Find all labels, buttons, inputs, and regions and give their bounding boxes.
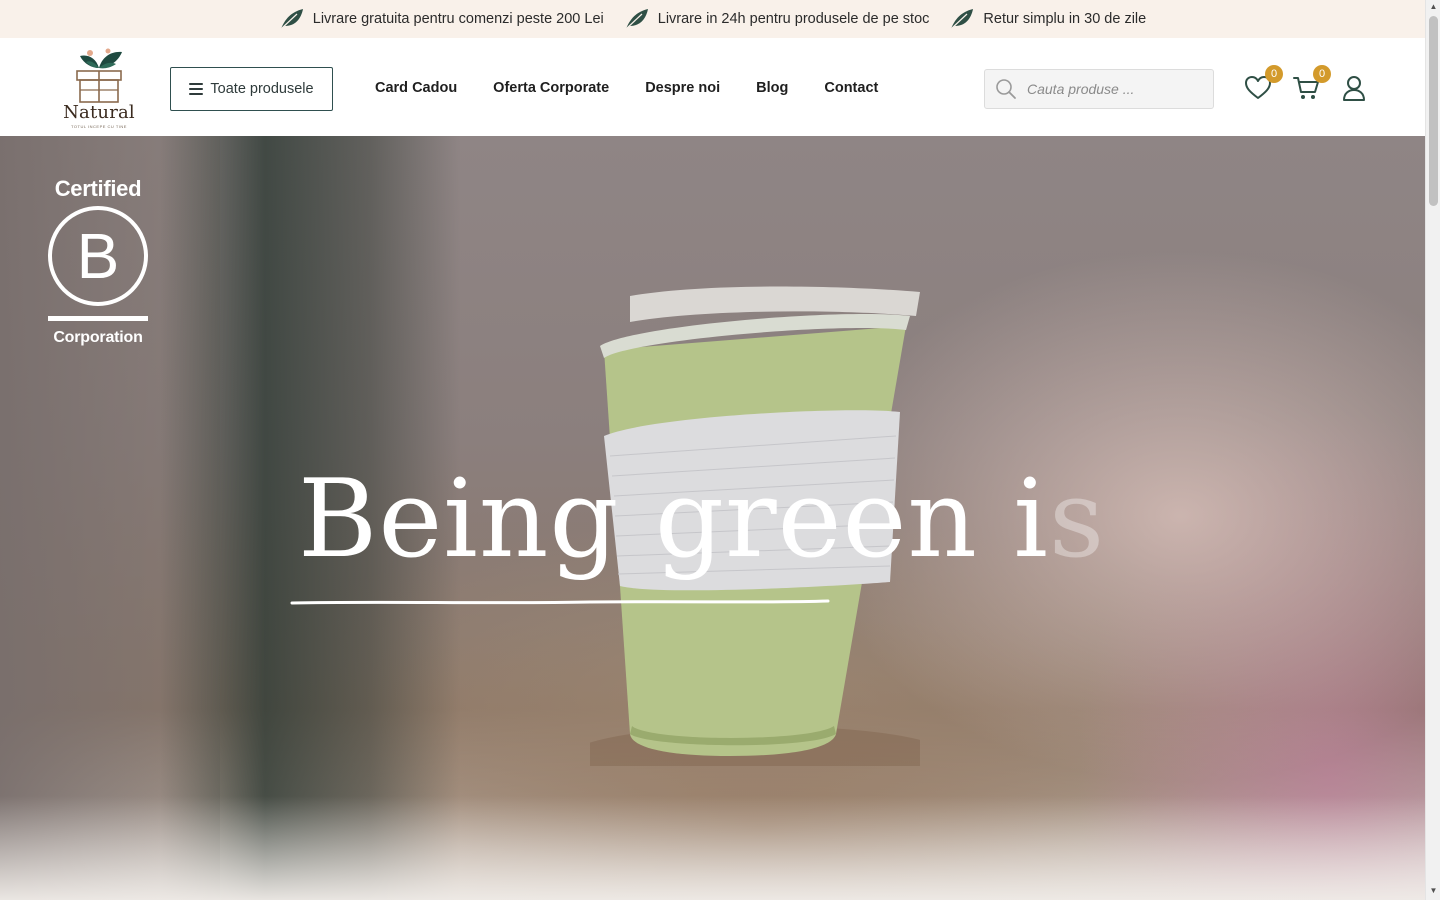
- b-corp-letter: B: [48, 206, 148, 306]
- search-icon[interactable]: [995, 78, 1017, 100]
- nav-link-contact[interactable]: Contact: [824, 80, 878, 96]
- b-corp-certified-badge: Certified B Corporation: [46, 178, 150, 347]
- search-box: [984, 69, 1214, 109]
- leaf-icon: [625, 9, 648, 30]
- main-nav: Card Cadou Oferta Corporate Despre noi B…: [375, 80, 878, 96]
- all-products-button[interactable]: Toate produsele: [170, 67, 333, 111]
- leaf-icon: [950, 9, 974, 30]
- b-corp-corporation-text: Corporation: [53, 329, 143, 346]
- promo-text-24h-delivery: Livrare in 24h pentru produsele de pe st…: [657, 11, 930, 27]
- promo-item-free-delivery: Livrare gratuita pentru comenzi peste 20…: [279, 7, 604, 31]
- search-input[interactable]: [1027, 81, 1207, 97]
- logo-plant-box-icon: [76, 48, 122, 103]
- scroll-down-arrow-icon[interactable]: ▼: [1429, 886, 1438, 895]
- nav-link-despre-noi[interactable]: Despre noi: [645, 80, 720, 96]
- leaf-icon: [280, 9, 303, 30]
- b-corp-certified-text: Certified: [54, 176, 142, 201]
- wishlist-button[interactable]: 0: [1244, 65, 1283, 102]
- hero-banner: Certified B Corporation Being green is: [0, 136, 1425, 900]
- nav-link-oferta-corporate[interactable]: Oferta Corporate: [493, 80, 609, 96]
- logo-tagline: TOTUL INCEPE CU TINE: [71, 124, 127, 129]
- hero-underline-stroke: [290, 599, 830, 605]
- all-products-label: Toate produsele: [210, 81, 314, 97]
- wishlist-count-badge: 0: [1265, 65, 1283, 83]
- scroll-up-arrow-icon[interactable]: ▲: [1429, 2, 1438, 11]
- logo-text: Natural: [63, 102, 135, 123]
- promo-item-24h-delivery: Livrare in 24h pentru produsele de pe st…: [624, 7, 930, 31]
- site-header: Natural TOTUL INCEPE CU TINE Toate produ…: [0, 38, 1425, 136]
- account-button[interactable]: [1340, 74, 1368, 102]
- hero-headline: Being green is: [298, 466, 1105, 574]
- page-scrollbar[interactable]: ▲ ▼: [1425, 0, 1440, 900]
- promo-text-free-delivery: Livrare gratuita pentru comenzi peste 20…: [312, 11, 604, 27]
- user-icon: [1343, 76, 1365, 101]
- promo-item-returns: Retur simplu in 30 de zile: [949, 7, 1146, 31]
- logo[interactable]: Natural TOTUL INCEPE CU TINE: [56, 48, 142, 130]
- page: Livrare gratuita pentru comenzi peste 20…: [0, 0, 1440, 900]
- nav-link-card-cadou[interactable]: Card Cadou: [375, 80, 457, 96]
- hero-headline-fade: s: [1048, 457, 1106, 582]
- nav-link-blog[interactable]: Blog: [756, 80, 788, 96]
- promo-bar: Livrare gratuita pentru comenzi peste 20…: [0, 0, 1425, 38]
- cart-count-badge: 0: [1313, 65, 1331, 83]
- hamburger-menu-icon: [189, 83, 204, 95]
- promo-text-returns: Retur simplu in 30 de zile: [983, 11, 1147, 27]
- scrollbar-thumb[interactable]: [1429, 16, 1438, 206]
- cart-button[interactable]: 0: [1292, 65, 1331, 102]
- hero-headline-main: Being green i: [298, 457, 1049, 582]
